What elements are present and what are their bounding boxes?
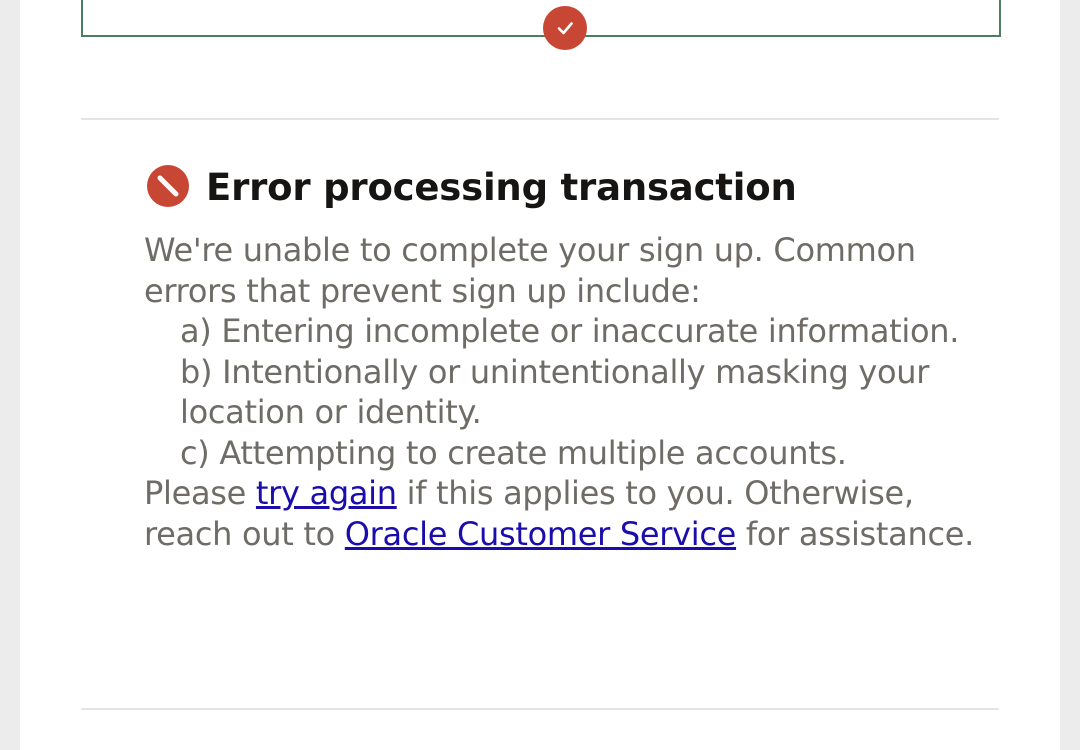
no-entry-icon [147, 165, 189, 207]
error-reason-b: b) Intentionally or unintentionally mask… [180, 352, 930, 432]
try-again-link[interactable]: try again [256, 474, 397, 512]
error-closing: Please try again if this applies to you.… [144, 473, 1004, 554]
error-intro: We're unable to complete your sign up. C… [144, 231, 916, 310]
closing-prefix: Please [144, 474, 256, 512]
error-reason-a: a) Entering incomplete or inaccurate inf… [180, 312, 960, 350]
step-complete-badge [543, 6, 587, 50]
signup-panel: Error processing transaction We're unabl… [20, 0, 1060, 750]
section-divider [81, 118, 999, 120]
customer-service-link[interactable]: Oracle Customer Service [345, 515, 737, 553]
error-reason-c: c) Attempting to create multiple account… [180, 433, 847, 472]
section-divider-bottom [81, 708, 999, 710]
checkmark-icon [557, 22, 573, 35]
error-title: Error processing transaction [206, 166, 797, 209]
closing-suffix: for assistance. [736, 514, 975, 553]
completed-step-box [81, 0, 1001, 37]
error-message: We're unable to complete your sign up. C… [144, 230, 1004, 554]
